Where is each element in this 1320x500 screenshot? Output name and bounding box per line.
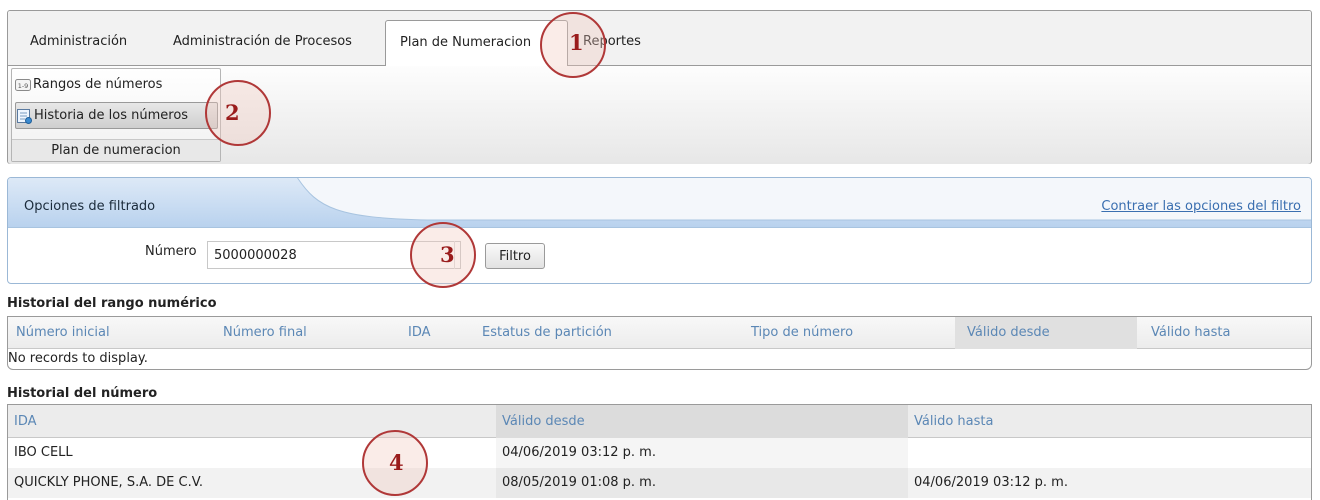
ribbon-body: 1-9 Rangos de números Historia de los nú…: [8, 66, 1311, 164]
table-row[interactable]: QUICKLY PHONE, S.A. DE C.V. 08/05/2019 0…: [8, 468, 1311, 498]
filter-panel: Opciones de filtrado Contraer las opcion…: [7, 177, 1312, 284]
tab-administracion-procesos[interactable]: Administración de Procesos: [173, 29, 352, 66]
number-ranges-label: Rangos de números: [33, 77, 163, 92]
ribbon-group-plan-numeracion: 1-9 Rangos de números Historia de los nú…: [11, 68, 221, 162]
table-row[interactable]: IBO CELL 04/06/2019 03:12 p. m.: [8, 438, 1311, 468]
ribbon-group-label: Plan de numeracion: [12, 139, 220, 161]
number-history-header: IDA Válido desde Válido hasta: [8, 405, 1311, 438]
ribbon-tabs: Administración Administración de Proceso…: [8, 11, 1311, 67]
number-history-label: Historia de los números: [34, 107, 189, 123]
range-history-grid: Número inicial Número final IDA Estatus …: [7, 316, 1312, 370]
number-history-icon: [17, 108, 32, 124]
number-history-button[interactable]: Historia de los números: [15, 102, 218, 129]
number-label: Número: [145, 244, 197, 259]
column-header[interactable]: Número final: [223, 317, 307, 349]
column-header[interactable]: IDA: [8, 405, 496, 438]
table-cell: 04/06/2019 03:12 p. m.: [496, 438, 908, 468]
number-range-icon: 1-9: [15, 79, 31, 91]
number-history-grid: IDA Válido desde Válido hasta IBO CELL 0…: [7, 404, 1312, 500]
filter-body: Número Filtro: [8, 227, 1311, 283]
column-header[interactable]: IDA: [408, 317, 431, 349]
number-history-title: Historial del número: [7, 386, 158, 401]
number-ranges-button[interactable]: 1-9 Rangos de números: [15, 73, 166, 97]
table-cell: 04/06/2019 03:12 p. m.: [914, 475, 1068, 490]
filter-button[interactable]: Filtro: [485, 243, 545, 269]
empty-message: No records to display.: [8, 351, 148, 366]
annotation-number: 2: [225, 100, 240, 125]
ribbon: Administración Administración de Proceso…: [7, 10, 1312, 164]
filter-title: Opciones de filtrado: [24, 199, 156, 214]
column-header[interactable]: Válido hasta: [1151, 317, 1230, 349]
svg-text:1-9: 1-9: [18, 82, 29, 90]
column-header[interactable]: Número inicial: [16, 317, 110, 349]
column-header[interactable]: Tipo de número: [751, 317, 853, 349]
column-header[interactable]: Válido hasta: [908, 405, 1313, 438]
collapse-filter-link[interactable]: Contraer las opciones del filtro: [1101, 199, 1301, 214]
table-cell: 08/05/2019 01:08 p. m.: [496, 468, 908, 498]
range-history-title: Historial del rango numérico: [7, 296, 217, 311]
annotation-number: 4: [389, 450, 404, 475]
column-header[interactable]: Válido desde: [955, 317, 1137, 349]
annotation-number: 1: [569, 30, 584, 55]
column-header[interactable]: Estatus de partición: [482, 317, 612, 349]
table-cell: [908, 438, 1313, 468]
column-header[interactable]: Válido desde: [496, 405, 908, 438]
tab-administracion[interactable]: Administración: [30, 29, 127, 66]
annotation-number: 3: [440, 242, 455, 267]
range-history-header: Número inicial Número final IDA Estatus …: [8, 317, 1311, 349]
